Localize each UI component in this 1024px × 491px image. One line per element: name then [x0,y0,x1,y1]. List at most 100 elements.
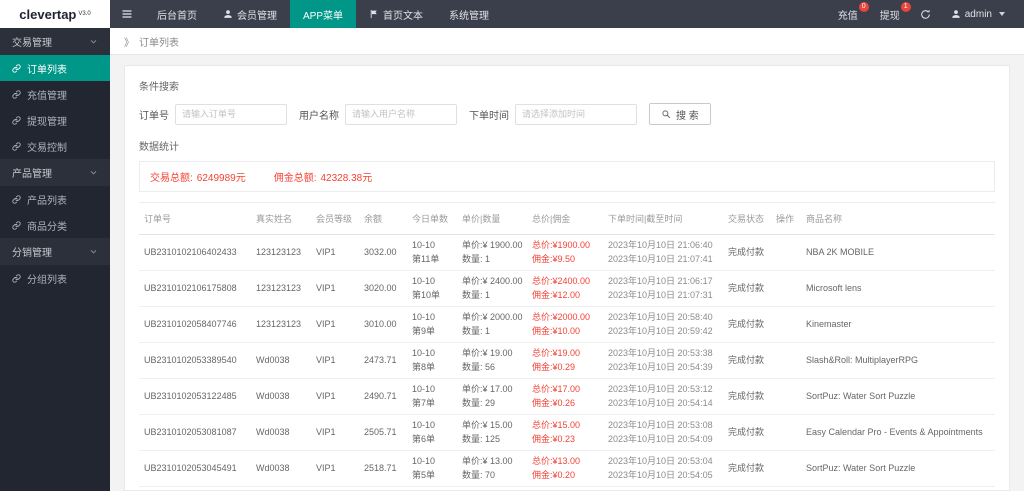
search-button[interactable]: 搜 索 [649,103,711,125]
cell-status: 完成付款 [723,234,771,271]
cell-status: 完成付款 [723,486,771,490]
cell-product: Kinemaster [801,306,995,343]
cell-status: 完成付款 [723,270,771,307]
cell-price-qty: 单价:¥ 10.00数量: 112 [457,486,527,490]
trade-total: 交易总额: 6249989元 [150,169,246,184]
order-no-input[interactable] [175,103,287,125]
commission-total-value: 42328.38元 [320,173,373,184]
brand-logo[interactable]: clevertap V3.0 [0,0,110,28]
cell-status: 完成付款 [723,342,771,379]
menu-toggle-icon[interactable] [110,0,144,28]
cell-order-no: UB2310102053081087 [139,414,251,451]
recharge-link[interactable]: 充值 0 [827,0,869,28]
column-header-level: 会员等级 [311,202,359,235]
cell-status: 完成付款 [723,414,771,451]
table-row: UB2310102053045491 Wd0038 VIP1 2518.71 1… [139,450,995,487]
cell-product: Slash&Roll: MultiplayerRPG [801,342,995,379]
cell-real-name: Wd0038 [251,378,311,415]
column-header-total-commission: 总价|佣金 [527,202,603,235]
sidebar-item-label: 产品列表 [27,195,67,207]
table-row: UB2310102053389540 Wd0038 VIP1 2473.71 1… [139,342,995,379]
cell-total-commission: 总价:¥1900.00 佣金:¥9.50 [527,234,603,271]
cell-action [771,234,801,271]
sidebar-item-recharge-mgmt[interactable]: 充值管理 [0,81,110,107]
nav-system[interactable]: 系统管理 [436,0,502,28]
sidebar-item-label: 充值管理 [27,90,67,102]
order-time-input[interactable] [515,103,637,125]
admin-menu[interactable]: admin [940,0,1016,28]
cell-real-name: Wd0038 [251,486,311,490]
chevron-down-icon [90,250,97,254]
commission-total: 佣金总额: 42328.38元 [274,169,373,184]
nav-label: APP菜单 [303,10,344,22]
nav-label: 后台首页 [157,10,197,22]
topbar: clevertap V3.0 后台首页 会员管理 APP菜单 首页文本 系统管理… [0,0,1024,28]
cell-product: Sonic Dash [801,486,995,490]
cell-order-no: UB2310102058407746 [139,306,251,343]
withdraw-link[interactable]: 提现 1 [869,0,911,28]
table-row: UB2310102106175808 123123123 VIP1 3020.0… [139,270,995,307]
link-icon [12,63,21,73]
brand-version: V3.0 [78,11,91,17]
nav-home-text[interactable]: 首页文本 [356,0,436,28]
cell-product: SortPuz: Water Sort Puzzle [801,450,995,487]
sidebar-item-group-list[interactable]: 分组列表 [0,265,110,291]
nav-members[interactable]: 会员管理 [210,0,290,28]
cell-action [771,486,801,490]
username-label: 用户名称 [299,110,339,122]
order-no-label: 订单号 [139,110,169,122]
user-icon [224,10,232,18]
cell-real-name: 123123123 [251,234,311,271]
sidebar-item-goods-category[interactable]: 商品分类 [0,212,110,238]
sidebar: 交易管理 订单列表 充值管理 提现管理 交易控制 产品管理 产品列表 商品分类 … [0,28,110,491]
cell-balance: 2518.71 [359,450,407,487]
cell-order-no: UB2310102053122485 [139,378,251,415]
user-icon [952,10,960,18]
commission-total-label: 佣金总额: [273,173,317,184]
sidebar-item-withdraw-mgmt[interactable]: 提现管理 [0,107,110,133]
link-icon [12,89,21,99]
sidebar-group-label: 交易管理 [12,38,52,49]
main-area: 》 订单列表 条件搜索 订单号 用户名称 下单时间 [110,28,1024,491]
sidebar-group-distribution[interactable]: 分销管理 [0,238,110,265]
cell-price-qty: 单价:¥ 19.00 数量: 56 [457,342,527,379]
username-input[interactable] [345,103,457,125]
cell-level: VIP1 [311,450,359,487]
nav-dashboard[interactable]: 后台首页 [144,0,210,28]
cell-times: 2023年10月10日 20:58:40 2023年10月10日 20:59:42 [603,306,723,343]
cell-total-commission: 总价:¥2000.00 佣金:¥10.00 [527,306,603,343]
sidebar-item-order-list[interactable]: 订单列表 [0,55,110,81]
cell-total-commission: 总价:¥15.00 佣金:¥0.23 [527,414,603,451]
cell-times: 2023年10月10日 20:53:38 2023年10月10日 20:54:39 [603,342,723,379]
sidebar-item-trade-control[interactable]: 交易控制 [0,133,110,159]
content: 条件搜索 订单号 用户名称 下单时间 [110,55,1024,491]
cell-balance: 3032.00 [359,234,407,271]
breadcrumb: 》 订单列表 [110,28,1024,55]
cell-daily-count: 10-10 第6单 [407,414,457,451]
cell-level: VIP1 [311,486,359,490]
orders-table: 订单号 真实姓名 会员等级 余额 今日单数 单价|数量 总价|佣金 下单时间|截… [139,202,995,490]
cell-daily-count: 10-10 第9单 [407,306,457,343]
orders-table-body: UB2310102106402433 123123123 VIP1 3032.0… [139,234,995,490]
cell-times: 2023年10月10日 21:06:40 2023年10月10日 21:07:41 [603,234,723,271]
stats-box: 交易总额: 6249989元 佣金总额: 42328.38元 [139,161,995,192]
cell-balance: 3020.00 [359,270,407,307]
table-row: UB2310102106402433 123123123 VIP1 3032.0… [139,234,995,271]
cell-times: 2023年10月10日 21:06:17 2023年10月10日 21:07:31 [603,270,723,307]
nav-label: 首页文本 [383,10,424,22]
table-row: UB2310102058407746 123123123 VIP1 3010.0… [139,306,995,343]
order-time-label: 下单时间 [469,110,509,122]
nav-app-menu[interactable]: APP菜单 [290,0,357,28]
cell-balance: 2528.71 [359,486,407,490]
sidebar-group-trade[interactable]: 交易管理 [0,28,110,55]
sidebar-item-product-list[interactable]: 产品列表 [0,186,110,212]
sidebar-group-label: 产品管理 [12,169,52,180]
column-header-action: 操作 [771,202,801,235]
link-icon [12,194,21,204]
withdraw-label: 提现 [879,10,900,22]
refresh-button[interactable] [911,0,940,28]
flag-icon [370,9,377,19]
sidebar-group-product[interactable]: 产品管理 [0,159,110,186]
sidebar-item-label: 商品分类 [27,221,67,233]
cell-daily-count: 10-10 第5单 [407,450,457,487]
